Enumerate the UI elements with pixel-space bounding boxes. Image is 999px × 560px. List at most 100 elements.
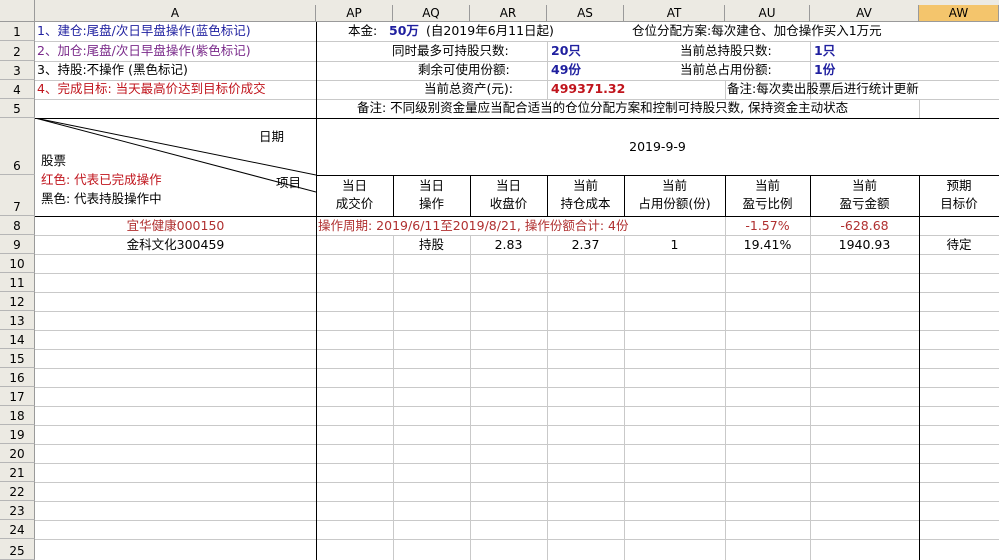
legend-build-position[interactable]: 1、建仓:尾盘/次日早盘操作(蓝色标记)	[37, 22, 251, 40]
column-header-av[interactable]: AV	[810, 5, 919, 22]
row9-pnl-ratio[interactable]: 19.41%	[725, 236, 810, 254]
gridline	[393, 235, 394, 560]
col-header-shares[interactable]: 当前 占用份额(份)	[624, 177, 725, 213]
column-header-as[interactable]: AS	[547, 5, 624, 22]
row9-close[interactable]: 2.83	[470, 236, 547, 254]
row-header-19[interactable]: 19	[0, 425, 35, 444]
row-header-9[interactable]: 9	[0, 235, 35, 254]
border	[919, 175, 920, 560]
col-header-line: 收盘价	[489, 196, 528, 211]
col-header-line: 当前	[661, 178, 687, 193]
column-header-at[interactable]: AT	[624, 5, 725, 22]
col-header-operation[interactable]: 当日 操作	[393, 177, 470, 213]
column-header-aw[interactable]: AW	[919, 5, 999, 22]
date-axis-label: 日期	[259, 129, 285, 144]
row-header-5[interactable]: 5	[0, 99, 35, 118]
col-header-line: 当前	[572, 178, 598, 193]
column-header-strip	[35, 0, 999, 5]
assets-note[interactable]: 备注:每次卖出股票后进行统计更新	[727, 80, 919, 98]
gridline	[725, 216, 726, 560]
row8-pnl-amount[interactable]: -628.68	[810, 217, 919, 235]
current-hold-label[interactable]: 当前总持股只数:	[680, 42, 772, 60]
max-hold-label[interactable]: 同时最多可持股只数:	[392, 42, 509, 60]
col-header-cost[interactable]: 当前 持仓成本	[547, 177, 624, 213]
gridline	[725, 80, 726, 99]
col-header-line: 当前	[851, 178, 877, 193]
capital-note[interactable]: (自2019年6月11日起)	[426, 22, 554, 40]
column-header-aq[interactable]: AQ	[393, 5, 470, 22]
gridline	[35, 444, 999, 445]
legend-target-complete[interactable]: 4、完成目标: 当天最高价达到目标价成交	[37, 80, 316, 98]
row9-cost[interactable]: 2.37	[547, 236, 624, 254]
column-header-a[interactable]: A	[35, 5, 316, 22]
row9-stock[interactable]: 金科文化300459	[35, 236, 316, 254]
gridline	[35, 292, 999, 293]
row-header-13[interactable]: 13	[0, 311, 35, 330]
select-all-corner[interactable]	[0, 0, 35, 22]
used-label[interactable]: 当前总占用份额:	[680, 61, 772, 79]
col-header-pnl-ratio[interactable]: 当前 盈亏比例	[725, 177, 810, 213]
row-header-12[interactable]: 12	[0, 292, 35, 311]
gridline	[35, 406, 999, 407]
row9-shares[interactable]: 1	[624, 236, 725, 254]
trade-date[interactable]: 2019-9-9	[316, 138, 999, 156]
row-header-14[interactable]: 14	[0, 330, 35, 349]
assets-label[interactable]: 当前总资产(元):	[424, 80, 513, 98]
col-header-trade-price[interactable]: 当日 成交价	[316, 177, 393, 213]
current-hold-value[interactable]: 1只	[814, 42, 835, 60]
row-header-16[interactable]: 16	[0, 368, 35, 387]
red-legend-note: 红色: 代表已完成操作	[41, 172, 162, 187]
row8-pnl-ratio[interactable]: -1.57%	[725, 217, 810, 235]
column-header-au[interactable]: AU	[725, 5, 810, 22]
remark[interactable]: 备注: 不同级别资金量应当配合适当的仓位分配方案和控制可持股只数, 保持资金主动…	[357, 99, 848, 117]
gridline	[547, 235, 548, 560]
row-header-15[interactable]: 15	[0, 349, 35, 368]
row8-stock[interactable]: 宜华健康000150	[35, 217, 316, 235]
row-header-7[interactable]: 7	[0, 175, 35, 216]
row-header-11[interactable]: 11	[0, 273, 35, 292]
row-header-23[interactable]: 23	[0, 501, 35, 520]
row-header-17[interactable]: 17	[0, 387, 35, 406]
row9-target[interactable]: 待定	[919, 236, 999, 254]
row-header-8[interactable]: 8	[0, 216, 35, 235]
row8-cycle[interactable]: 操作周期: 2019/6/11至2019/8/21, 操作份额合计: 4份	[318, 217, 628, 235]
col-header-close-price[interactable]: 当日 收盘价	[470, 177, 547, 213]
max-hold-value[interactable]: 20只	[551, 42, 581, 60]
col-header-line: 持仓成本	[560, 196, 611, 211]
row-header-3[interactable]: 3	[0, 61, 35, 80]
allocation-plan[interactable]: 仓位分配方案:每次建仓、加仓操作买入1万元	[632, 22, 882, 40]
row9-operation[interactable]: 持股	[393, 236, 470, 254]
gridline	[35, 463, 999, 464]
gridline	[624, 235, 625, 560]
gridline	[35, 311, 999, 312]
capital-label[interactable]: 本金:	[348, 22, 377, 40]
gridline	[35, 368, 999, 369]
row-header-2[interactable]: 2	[0, 41, 35, 61]
assets-value[interactable]: 499371.32	[551, 80, 625, 98]
row-header-22[interactable]: 22	[0, 482, 35, 501]
row-header-25[interactable]: 25	[0, 539, 35, 560]
col-header-line: 目标价	[940, 196, 978, 211]
used-value[interactable]: 1份	[814, 61, 835, 79]
remaining-value[interactable]: 49份	[551, 61, 581, 79]
legend-add-position[interactable]: 2、加仓:尾盘/次日早盘操作(紫色标记)	[37, 42, 251, 60]
row-header-21[interactable]: 21	[0, 463, 35, 482]
row-header-4[interactable]: 4	[0, 80, 35, 99]
remaining-label[interactable]: 剩余可使用份额:	[418, 61, 510, 79]
gridline	[470, 235, 471, 560]
row9-pnl-amount[interactable]: 1940.93	[810, 236, 919, 254]
row-header-6[interactable]: 6	[0, 118, 35, 175]
border	[316, 22, 317, 560]
column-header-ap[interactable]: AP	[316, 5, 393, 22]
col-header-pnl-amount[interactable]: 当前 盈亏金额	[810, 177, 919, 213]
legend-hold[interactable]: 3、持股:不操作 (黑色标记)	[37, 61, 188, 79]
row-header-10[interactable]: 10	[0, 254, 35, 273]
row-header-18[interactable]: 18	[0, 406, 35, 425]
col-header-target-price[interactable]: 预期 目标价	[919, 177, 999, 213]
column-header-ar[interactable]: AR	[470, 5, 547, 22]
capital-value[interactable]: 50万	[389, 22, 419, 40]
gridline	[35, 425, 999, 426]
row-header-20[interactable]: 20	[0, 444, 35, 463]
row-header-1[interactable]: 1	[0, 22, 35, 41]
row-header-24[interactable]: 24	[0, 520, 35, 539]
